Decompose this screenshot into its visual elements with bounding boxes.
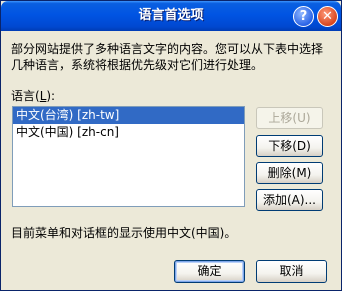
language-preferences-dialog: 语言首选项 ? ✕ 部分网站提供了多种语言文字的内容。您可以从下表中选择几种语言… <box>0 0 342 291</box>
move-down-button[interactable]: 下移(D) <box>256 135 323 157</box>
intro-text: 部分网站提供了多种语言文字的内容。您可以从下表中选择几种语言，系统将根据优先级对… <box>11 42 324 72</box>
cancel-button[interactable]: 取消 <box>256 260 327 283</box>
move-up-button[interactable]: 上移(U) <box>256 107 323 129</box>
remove-button[interactable]: 删除(M) <box>256 162 323 184</box>
ok-button[interactable]: 确定 <box>174 260 245 283</box>
add-button[interactable]: 添加(A)... <box>256 189 323 211</box>
close-icon[interactable]: ✕ <box>317 6 338 27</box>
title-bar[interactable]: 语言首选项 ? ✕ <box>1 1 341 31</box>
help-icon[interactable]: ? <box>293 6 314 27</box>
language-label: 语言(L): <box>11 87 55 104</box>
list-item[interactable]: 中文(中国) [zh-cn] <box>13 124 244 141</box>
dialog-title: 语言首选项 <box>138 8 204 23</box>
language-listbox[interactable]: 中文(台湾) [zh-tw] 中文(中国) [zh-cn] <box>12 106 245 207</box>
language-label-prefix: 语言( <box>11 89 40 103</box>
language-label-suffix: ): <box>46 89 56 103</box>
list-item[interactable]: 中文(台湾) [zh-tw] <box>13 107 244 124</box>
status-text: 目前菜单和对话框的显示使用中文(中国)。 <box>11 226 237 240</box>
